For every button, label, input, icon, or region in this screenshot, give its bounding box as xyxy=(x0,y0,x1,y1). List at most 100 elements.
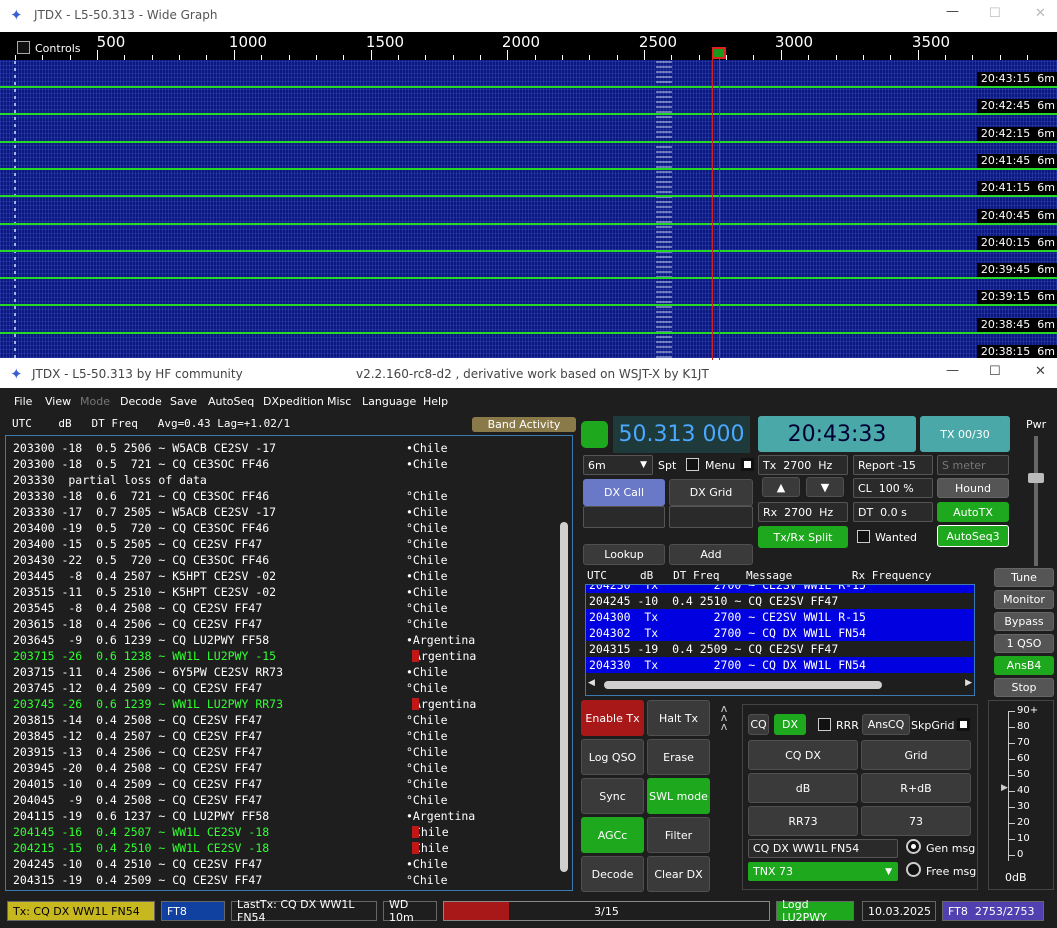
bypass-button[interactable]: Bypass xyxy=(994,612,1054,631)
decode-row[interactable]: 203845 -12 0.4 2507 ~ CQ CE2SV FF47 xyxy=(13,728,262,744)
decode-row[interactable]: 203715 -26 0.6 1238 ~ WW1L LU2PWY -15 xyxy=(13,648,276,664)
rr73-button[interactable]: RR73 xyxy=(748,806,858,836)
rx-row[interactable]: 204302 Tx 2700 ~ CQ DX WW1L FN54 xyxy=(586,625,974,641)
seventy-three-button[interactable]: 73 xyxy=(861,806,971,836)
band-activity-scrollbar[interactable] xyxy=(559,440,569,884)
anscq-button[interactable]: AnsCQ xyxy=(862,714,910,735)
db-button[interactable]: dB xyxy=(748,773,858,803)
up-arrow-button[interactable]: ▲ xyxy=(762,477,800,497)
rx-horizontal-scrollbar[interactable]: ◀ ▶ xyxy=(588,678,972,692)
autoseq3-button[interactable]: AutoSeq3 xyxy=(937,525,1009,547)
decode-row[interactable]: 204215 -15 0.4 2510 ~ WW1L CE2SV -18 xyxy=(13,840,269,856)
expand-arrows-icon[interactable]: ʌʌʌ xyxy=(718,703,730,732)
autotx-button[interactable]: AutoTX xyxy=(937,502,1009,522)
minimize-icon[interactable]: — xyxy=(946,4,959,19)
decode-row[interactable]: 203715 -11 0.4 2506 ~ 6Y5PW CE2SV RR73 xyxy=(13,664,283,680)
hound-button[interactable]: Hound xyxy=(937,478,1009,498)
ansb4-button[interactable]: AnsB4 xyxy=(994,656,1054,675)
one-qso-button[interactable]: 1 QSO xyxy=(994,634,1054,653)
band-activity-button[interactable]: Band Activity xyxy=(472,417,576,432)
menu-autoseq[interactable]: AutoSeq xyxy=(208,395,254,408)
decode-row[interactable]: 204145 -16 0.4 2507 ~ WW1L CE2SV -18 xyxy=(13,824,269,840)
decode-row[interactable]: 203515 -11 0.5 2510 ~ K5HPT CE2SV -02 xyxy=(13,584,276,600)
decode-row[interactable]: 203645 -9 0.6 1239 ~ CQ LU2PWY FF58 xyxy=(13,632,269,648)
menu-misc[interactable]: Misc xyxy=(327,395,351,408)
decode-row[interactable]: 203300 -18 0.5 721 ~ CQ CE3SOC FF46 xyxy=(13,456,269,472)
tx-rx-split-button[interactable]: Tx/Rx Split xyxy=(758,526,848,548)
s-meter-input[interactable]: S meter xyxy=(937,455,1009,475)
dt-spinbox[interactable]: DT 0.0 s xyxy=(853,502,933,522)
decode-row[interactable]: 203445 -8 0.4 2507 ~ K5HPT CE2SV -02 xyxy=(13,568,276,584)
clear-dx-button[interactable]: Clear DX xyxy=(647,856,710,892)
add-button[interactable]: Add xyxy=(669,544,753,565)
decode-row[interactable]: 203330 -17 0.7 2505 ~ W5ACB CE2SV -17 xyxy=(13,504,276,520)
scrollbar-thumb[interactable] xyxy=(604,681,882,689)
band-select[interactable]: 6m ▼ xyxy=(583,455,653,475)
decode-row[interactable]: 203400 -19 0.5 720 ~ CQ CE3SOC FF46 xyxy=(13,520,269,536)
menu-save[interactable]: Save xyxy=(170,395,197,408)
menu-decode[interactable]: Decode xyxy=(120,395,162,408)
grid-button[interactable]: Grid xyxy=(861,740,971,770)
decode-row[interactable]: 204015 -10 0.4 2509 ~ CQ CE2SV FF47 xyxy=(13,776,262,792)
dx-grid-button[interactable]: DX Grid xyxy=(669,479,753,506)
tx-frequency-spinbox[interactable]: Tx 2700 Hz xyxy=(758,455,848,475)
decode-row[interactable]: 203615 -18 0.4 2506 ~ CQ CE2SV FF47 xyxy=(13,616,262,632)
agcc-button[interactable]: AGCc xyxy=(581,817,644,853)
close-icon[interactable]: ✕ xyxy=(1035,364,1046,379)
gen-msg-radio[interactable] xyxy=(906,839,921,854)
controls-checkbox[interactable] xyxy=(17,41,30,54)
close-icon[interactable]: ✕ xyxy=(1035,6,1046,21)
power-slider-handle[interactable] xyxy=(1028,473,1044,483)
rrr-checkbox[interactable] xyxy=(818,718,831,731)
rx-row[interactable]: 204315 -19 0.4 2509 ~ CQ CE2SV FF47 xyxy=(586,641,974,657)
waterfall-display[interactable]: 20:43:15 6m 20:42:45 6m 20:42:15 6m 20:41:4… xyxy=(0,60,1057,358)
enable-tx-button[interactable]: Enable Tx xyxy=(581,700,644,736)
menu-mode[interactable]: Mode xyxy=(80,395,110,408)
decode-row[interactable]: 203915 -13 0.4 2506 ~ CQ CE2SV FF47 xyxy=(13,744,262,760)
monitor-button[interactable]: Monitor xyxy=(994,590,1054,609)
minimize-icon[interactable]: — xyxy=(946,363,959,378)
down-arrow-button[interactable]: ▼ xyxy=(806,477,844,497)
maximize-icon[interactable]: ☐ xyxy=(989,6,1001,21)
tx-counter-button[interactable]: TX 00/30 xyxy=(920,416,1010,452)
decode-row[interactable]: 203545 -8 0.4 2508 ~ CQ CE2SV FF47 xyxy=(13,600,262,616)
decode-row[interactable]: 203745 -26 0.6 1239 ~ WW1L LU2PWY RR73 xyxy=(13,696,283,712)
filter-button[interactable]: Filter xyxy=(647,817,710,853)
scrollbar-thumb[interactable] xyxy=(560,522,568,872)
skpgrid-checkbox[interactable] xyxy=(957,718,970,731)
stop-button[interactable]: Stop xyxy=(994,678,1054,697)
rx-row[interactable]: 204330 Tx 2700 ~ CQ DX WW1L FN54 xyxy=(586,657,974,673)
rx-row[interactable]: 204245 -10 0.4 2510 ~ CQ CE2SV FF47 xyxy=(586,593,974,609)
rx-row[interactable]: 204230 Tx 2700 ~ CE2SV WW1L R-15 xyxy=(586,585,974,593)
decode-row[interactable]: 204315 -19 0.4 2509 ~ CQ CE2SV FF47 xyxy=(13,872,262,888)
dx-call-input[interactable] xyxy=(583,506,665,528)
report-spinbox[interactable]: Report -15 xyxy=(853,455,933,475)
decode-row[interactable]: 203330 -18 0.6 721 ~ CQ CE3SOC FF46 xyxy=(13,488,269,504)
maximize-icon[interactable]: ☐ xyxy=(989,364,1001,379)
decode-row[interactable]: 203430 -22 0.5 720 ~ CQ CE3SOC FF46 xyxy=(13,552,269,568)
cq-dx-button[interactable]: CQ DX xyxy=(748,740,858,770)
decode-row[interactable]: 203745 -12 0.4 2509 ~ CQ CE2SV FF47 xyxy=(13,680,262,696)
decode-row[interactable]: 203945 -20 0.4 2508 ~ CQ CE2SV FF47 xyxy=(13,760,262,776)
menu-view[interactable]: View xyxy=(45,395,71,408)
menu-dxpedition[interactable]: DXpedition xyxy=(263,395,324,408)
lookup-button[interactable]: Lookup xyxy=(583,544,665,565)
spt-checkbox[interactable] xyxy=(686,458,699,471)
r-db-button[interactable]: R+dB xyxy=(861,773,971,803)
menu-language[interactable]: Language xyxy=(362,395,416,408)
decode-row[interactable]: 203400 -15 0.5 2505 ~ CQ CE2SV FF47 xyxy=(13,536,262,552)
cl-spinbox[interactable]: CL 100 % xyxy=(853,478,933,498)
dx-button[interactable]: DX xyxy=(774,714,806,735)
gen-msg-input[interactable]: CQ DX WW1L FN54 xyxy=(748,839,898,858)
dx-grid-input[interactable] xyxy=(669,506,753,528)
dx-call-button[interactable]: DX Call xyxy=(583,479,665,506)
decode-button[interactable]: Decode xyxy=(581,856,644,892)
sync-button[interactable]: Sync xyxy=(581,778,644,814)
power-slider[interactable] xyxy=(1034,436,1038,566)
swl-mode-button[interactable]: SWL mode xyxy=(647,778,710,814)
menu-checkbox[interactable] xyxy=(741,458,754,471)
menu-file[interactable]: File xyxy=(14,395,32,408)
rx-frequency-spinbox[interactable]: Rx 2700 Hz xyxy=(758,502,848,522)
frequency-display[interactable]: 50.313 000 xyxy=(613,416,750,453)
tune-button[interactable]: Tune xyxy=(994,568,1054,587)
